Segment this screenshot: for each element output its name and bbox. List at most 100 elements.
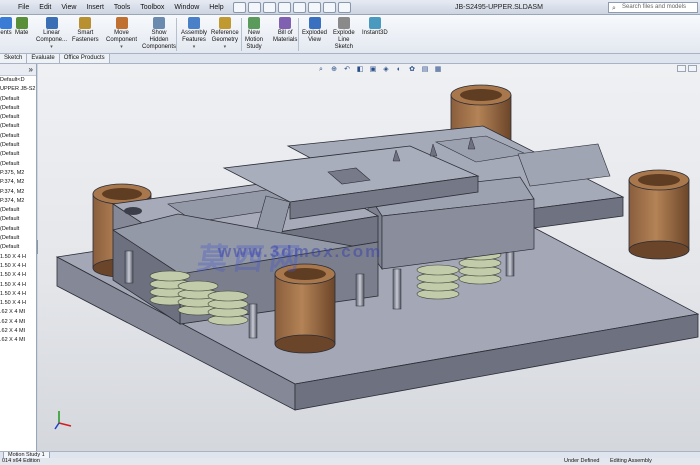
expand-chevron-icon[interactable]: » bbox=[29, 65, 33, 74]
menu-edit[interactable]: Edit bbox=[34, 0, 56, 15]
menu-insert[interactable]: Insert bbox=[81, 0, 109, 15]
tree-item[interactable]: (Default bbox=[0, 95, 36, 104]
tree-item[interactable]: 1.50 X 4 H bbox=[0, 271, 36, 280]
tree-item[interactable]: Default<D bbox=[0, 76, 36, 85]
command-label: Bill of Materials bbox=[273, 30, 298, 43]
assembly-features-icon bbox=[188, 17, 200, 29]
exploded-view-button[interactable]: Exploded View bbox=[302, 17, 327, 44]
show-hidden-button[interactable]: Show Hidden Components bbox=[142, 17, 176, 51]
tree-item[interactable]: (Default bbox=[0, 113, 36, 122]
tree-item[interactable]: P.374, M2 bbox=[0, 188, 36, 197]
show-hidden-icon bbox=[153, 17, 166, 29]
menu-help[interactable]: Help bbox=[204, 0, 228, 15]
reference-triad-icon bbox=[54, 411, 72, 430]
tree-item[interactable]: 1.50 X 4 H bbox=[0, 253, 36, 262]
mate-button[interactable]: Mate bbox=[15, 17, 28, 37]
reference-geometry-button[interactable]: Reference Geometry ▾ bbox=[211, 17, 239, 51]
tree-item[interactable]: UPPER JB-S2 bbox=[0, 85, 36, 94]
menu-window[interactable]: Window bbox=[169, 0, 204, 15]
menu-tools[interactable]: Tools bbox=[109, 0, 135, 15]
dropdown-arrow-icon[interactable]: ▾ bbox=[36, 44, 67, 51]
motion-study-icon bbox=[248, 17, 260, 29]
tab-evaluate[interactable]: Evaluate bbox=[27, 54, 60, 63]
search-icon: ⌕ bbox=[612, 5, 616, 12]
search-input[interactable]: ⌕ Search files and models bbox=[608, 2, 698, 13]
tree-item[interactable]: 1.50 X 4 H bbox=[0, 290, 36, 299]
linear-pattern-icon bbox=[45, 17, 58, 29]
command-label: Mate bbox=[15, 30, 29, 36]
command-tabs: Sketch Evaluate Office Products bbox=[0, 54, 700, 64]
bom-button[interactable]: Bill of Materials bbox=[273, 17, 297, 44]
menu-toolbox[interactable]: Toolbox bbox=[135, 0, 169, 15]
dropdown-arrow-icon[interactable]: ▾ bbox=[211, 44, 239, 51]
move-component-icon bbox=[115, 17, 128, 29]
dropdown-arrow-icon[interactable]: ▾ bbox=[181, 44, 207, 51]
watermark-url: www.3dmox.com bbox=[218, 242, 383, 261]
tree-item[interactable]: (Default bbox=[0, 234, 36, 243]
tree-item[interactable]: 1.50 X 4 H bbox=[0, 262, 36, 271]
smart-fasteners-button[interactable]: Smart Fasteners bbox=[72, 17, 99, 44]
tree-item[interactable]: (Default bbox=[0, 225, 36, 234]
select-icon[interactable] bbox=[307, 1, 321, 13]
tree-header: » bbox=[0, 64, 36, 76]
insert-components-icon bbox=[0, 17, 12, 29]
quick-access-toolbar bbox=[232, 1, 351, 13]
tree-item[interactable]: (Default bbox=[0, 160, 36, 169]
tree-item[interactable]: (Default bbox=[0, 206, 36, 215]
command-label: Exploded View bbox=[302, 30, 328, 43]
rebuild-icon[interactable] bbox=[322, 1, 336, 13]
tab-office-products[interactable]: Office Products bbox=[59, 54, 110, 63]
tab-sketch[interactable]: Sketch bbox=[0, 54, 28, 63]
undo-icon[interactable] bbox=[292, 1, 306, 13]
new-file-icon[interactable] bbox=[232, 1, 246, 13]
tree-item[interactable]: (Default bbox=[0, 150, 36, 159]
menu-file[interactable]: File bbox=[13, 0, 34, 15]
tree-item[interactable]: .62 X 4 MI bbox=[0, 318, 36, 327]
open-file-icon[interactable] bbox=[247, 1, 261, 13]
command-label: ents bbox=[0, 30, 12, 36]
tree-item[interactable]: .62 X 4 MI bbox=[0, 327, 36, 336]
command-label: Move Component bbox=[106, 30, 138, 43]
tree-item[interactable]: P.374, M2 bbox=[0, 197, 36, 206]
instant3d-button[interactable]: Instant3D bbox=[362, 17, 388, 37]
tree-item[interactable]: (Default bbox=[0, 104, 36, 113]
linear-pattern-button[interactable]: Linear Compone... ▾ bbox=[36, 17, 67, 51]
save-icon[interactable] bbox=[262, 1, 276, 13]
tree-item[interactable]: P.375, M2 bbox=[0, 169, 36, 178]
tree-item[interactable]: (Default bbox=[0, 215, 36, 224]
dropdown-arrow-icon[interactable]: ▾ bbox=[106, 44, 137, 51]
motion-study-button[interactable]: New Motion Study bbox=[245, 17, 263, 51]
toolbar-separator bbox=[176, 18, 177, 51]
smart-fasteners-icon bbox=[79, 17, 92, 29]
assembly-features-button[interactable]: Assembly Features ▾ bbox=[181, 17, 207, 51]
options-icon[interactable] bbox=[337, 1, 351, 13]
tree-item[interactable]: (Default bbox=[0, 132, 36, 141]
search-placeholder: Search files and models bbox=[622, 4, 687, 10]
tree-items: Default<D UPPER JB-S2 (Default (Default (Def… bbox=[0, 76, 36, 346]
move-component-button[interactable]: Move Component ▾ bbox=[106, 17, 137, 51]
tree-item[interactable]: .62 X 4 MI bbox=[0, 308, 36, 317]
tree-item[interactable]: .62 X 4 MI bbox=[0, 336, 36, 345]
status-definition: Under Defined bbox=[564, 458, 600, 464]
command-label: New Motion Study bbox=[245, 30, 264, 50]
feature-manager-tree: » Default<D UPPER JB-S2 (Default (Default (D… bbox=[0, 64, 37, 451]
menu-bar: File Edit View Insert Tools Toolbox Window Help bbox=[0, 0, 229, 15]
menu-view[interactable]: View bbox=[56, 0, 81, 15]
command-label: Explode Line Sketch bbox=[333, 30, 355, 50]
explode-line-icon bbox=[337, 17, 350, 29]
tree-item[interactable]: (Default bbox=[0, 243, 36, 252]
print-icon[interactable] bbox=[277, 1, 291, 13]
bom-icon bbox=[279, 17, 292, 29]
tree-item[interactable]: P.374, M2 bbox=[0, 178, 36, 187]
tree-item[interactable]: (Default bbox=[0, 122, 36, 131]
tree-item[interactable]: 1.50 X 4 H bbox=[0, 281, 36, 290]
reference-geometry-icon bbox=[218, 17, 231, 29]
tree-item[interactable]: (Default bbox=[0, 141, 36, 150]
tree-item[interactable]: 1.50 X 4 H bbox=[0, 299, 36, 308]
toolbar-separator bbox=[298, 18, 299, 51]
exploded-view-icon bbox=[308, 17, 321, 29]
explode-line-button[interactable]: Explode Line Sketch bbox=[333, 17, 355, 51]
insert-components-button[interactable]: ents bbox=[0, 17, 12, 37]
graphics-viewport[interactable]: ⌕ ⊕ ↶ ◧ ▣ ◈ ◐ ✿ ▤ ▦ 莫西网 www.3dmox.com bbox=[38, 64, 700, 451]
status-bar: 014 x64 Edition Under Defined Editing As… bbox=[0, 458, 700, 465]
